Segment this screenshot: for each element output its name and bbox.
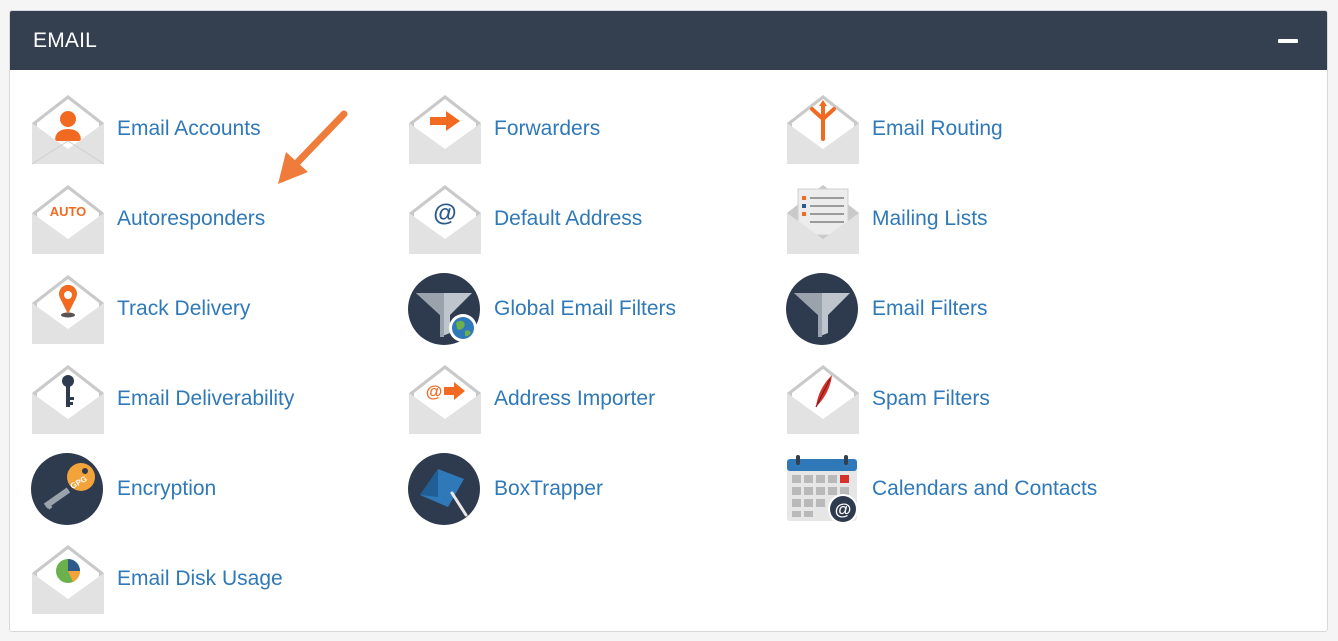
encryption-icon: GPG	[31, 453, 103, 525]
item-label: Forwarders	[494, 117, 601, 140]
item-label: Track Delivery	[117, 297, 251, 320]
item-label: Encryption	[117, 477, 217, 500]
at-sign-text: @	[433, 200, 456, 227]
item-email-deliverability[interactable]: Email Deliverability	[31, 363, 401, 439]
global-email-filters-icon	[408, 273, 480, 345]
address-importer-icon: @	[409, 365, 481, 434]
item-global-email-filters[interactable]: Global Email Filters	[408, 273, 778, 349]
item-default-address[interactable]: @ Default Address	[408, 183, 778, 259]
spam-filters-icon	[787, 365, 859, 434]
item-label: Spam Filters	[872, 387, 990, 410]
item-label: Email Disk Usage	[117, 567, 283, 590]
item-calendars-and-contacts[interactable]: @ Calendars and Contacts	[786, 453, 1156, 529]
autoresponders-icon: AUTO	[32, 185, 104, 254]
collapse-button[interactable]	[1278, 33, 1298, 49]
item-track-delivery[interactable]: Track Delivery	[31, 273, 401, 349]
item-address-importer[interactable]: @ Address Importer	[408, 363, 778, 439]
at-sign-text: @	[835, 500, 852, 519]
item-email-accounts[interactable]: Email Accounts	[31, 93, 401, 169]
email-filters-icon	[786, 273, 858, 345]
email-tools-grid: Email Accounts Forwarders Email Routing	[10, 70, 1327, 631]
item-spam-filters[interactable]: Spam Filters	[786, 363, 1156, 439]
email-routing-icon	[787, 95, 859, 164]
item-encryption[interactable]: GPG Encryption	[31, 453, 401, 529]
forwarders-icon	[409, 95, 481, 164]
calendars-and-contacts-icon: @	[787, 455, 858, 524]
item-label: Email Filters	[872, 297, 988, 320]
track-delivery-icon	[32, 275, 104, 344]
email-section-header[interactable]: EMAIL	[10, 11, 1327, 70]
item-label: Email Deliverability	[117, 387, 295, 410]
item-label: Autoresponders	[117, 207, 266, 230]
item-email-routing[interactable]: Email Routing	[786, 93, 1156, 169]
email-disk-usage-icon	[32, 545, 104, 614]
email-deliverability-icon	[32, 365, 104, 434]
item-label: Address Importer	[494, 387, 656, 410]
item-mailing-lists[interactable]: Mailing Lists	[786, 183, 1156, 259]
auto-text: AUTO	[50, 204, 87, 219]
email-accounts-icon	[31, 95, 105, 165]
item-label: Global Email Filters	[494, 297, 677, 320]
item-boxtrapper[interactable]: BoxTrapper	[408, 453, 778, 529]
item-label: Mailing Lists	[872, 207, 988, 230]
item-forwarders[interactable]: Forwarders	[408, 93, 778, 169]
item-label: Calendars and Contacts	[872, 477, 1098, 500]
item-email-filters[interactable]: Email Filters	[786, 273, 1156, 349]
item-email-disk-usage[interactable]: Email Disk Usage	[31, 543, 401, 619]
section-title: EMAIL	[33, 29, 98, 52]
mailing-lists-icon	[787, 185, 859, 254]
item-label: Default Address	[494, 207, 643, 230]
default-address-icon: @	[409, 185, 481, 254]
boxtrapper-icon	[408, 453, 480, 525]
minus-icon	[1278, 39, 1298, 43]
item-label: Email Routing	[872, 117, 1003, 140]
item-autoresponders[interactable]: AUTO Autoresponders	[31, 183, 401, 259]
at-sign-text: @	[426, 382, 443, 401]
email-section-panel: EMAIL Email Accounts Forwarders Email Ro…	[9, 10, 1328, 632]
item-label: BoxTrapper	[494, 477, 603, 500]
item-label: Email Accounts	[117, 117, 261, 140]
